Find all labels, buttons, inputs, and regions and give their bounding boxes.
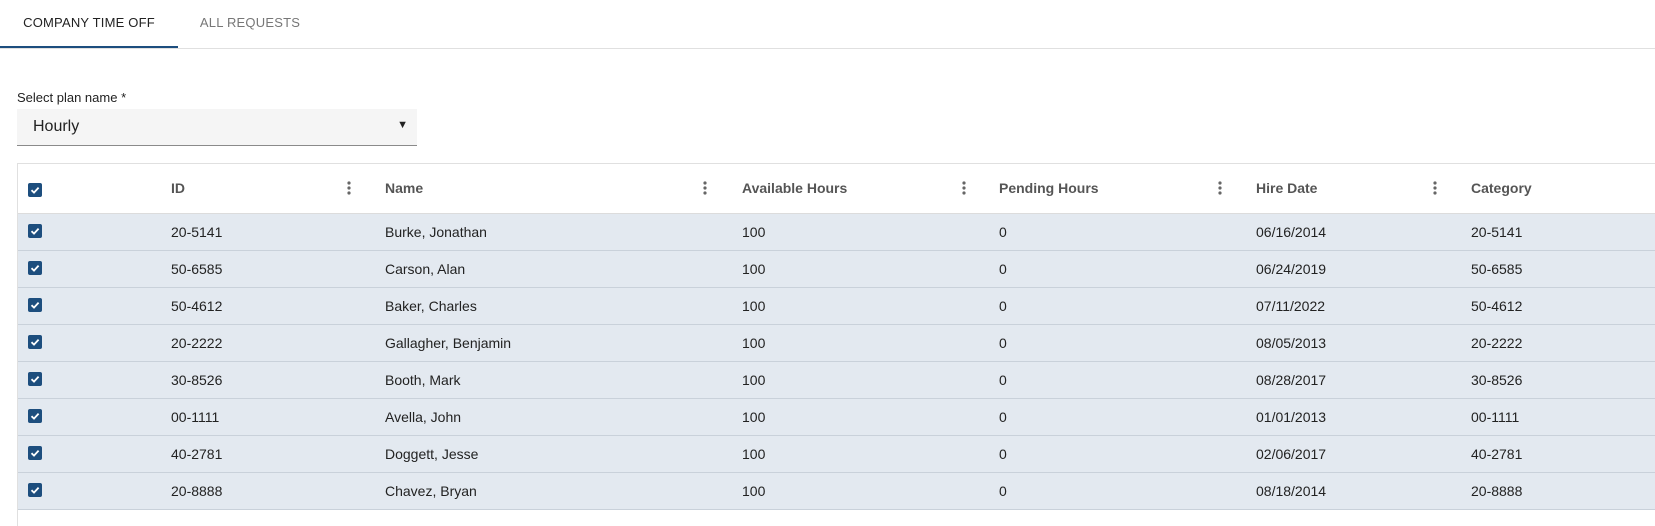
table-row[interactable]: 20-8888 Chavez, Bryan 100 0 08/18/2014 20-888…: [18, 473, 1655, 510]
tab-bar: COMPANY TIME OFF ALL REQUESTS: [0, 0, 1655, 49]
column-menu-icon[interactable]: [1430, 178, 1440, 198]
tab-all-requests[interactable]: ALL REQUESTS: [178, 0, 322, 46]
row-checkbox[interactable]: [28, 483, 42, 497]
cell-category: 20-2222: [1471, 335, 1523, 351]
table-row[interactable]: 30-8526 Booth, Mark 100 0 08/28/2017 30-8526: [18, 362, 1655, 399]
cell-category: 30-8526: [1471, 372, 1523, 388]
cell-category: 00-1111: [1471, 409, 1520, 425]
column-menu-icon[interactable]: [344, 178, 354, 198]
cell-available: 100: [742, 446, 766, 462]
cell-pending: 0: [999, 372, 1007, 388]
cell-id: 50-6585: [171, 261, 223, 277]
table-row[interactable]: 40-2781 Doggett, Jesse 100 0 02/06/2017 40-27…: [18, 436, 1655, 473]
table-row[interactable]: 50-4612 Baker, Charles 100 0 07/11/2022 50-46…: [18, 288, 1655, 325]
cell-name: Doggett, Jesse: [385, 446, 479, 462]
checkmark-icon: [30, 186, 40, 194]
cell-id: 20-8888: [171, 483, 223, 499]
cell-hire-date: 02/06/2017: [1256, 446, 1327, 462]
cell-id: 20-2222: [171, 335, 223, 351]
cell-pending: 0: [999, 409, 1007, 425]
cell-id: 40-2781: [171, 446, 223, 462]
cell-name: Chavez, Bryan: [385, 483, 477, 499]
plan-name-select[interactable]: Hourly ▼: [17, 109, 417, 146]
cell-hire-date: 08/18/2014: [1256, 483, 1327, 499]
cell-available: 100: [742, 409, 766, 425]
column-header-category[interactable]: Category: [1471, 180, 1532, 196]
cell-hire-date: 01/01/2013: [1256, 409, 1327, 425]
checkmark-icon: [30, 375, 40, 383]
cell-category: 20-8888: [1471, 483, 1523, 499]
cell-category: 50-4612: [1471, 298, 1523, 314]
cell-hire-date: 07/11/2022: [1256, 298, 1326, 314]
row-checkbox[interactable]: [28, 261, 42, 275]
checkmark-icon: [30, 412, 40, 420]
cell-id: 20-5141: [171, 224, 223, 240]
cell-hire-date: 06/24/2019: [1256, 261, 1327, 277]
checkmark-icon: [30, 301, 40, 309]
checkmark-icon: [30, 449, 40, 457]
cell-pending: 0: [999, 224, 1007, 240]
cell-pending: 0: [999, 483, 1007, 499]
tab-company-time-off[interactable]: COMPANY TIME OFF: [0, 0, 178, 48]
cell-name: Carson, Alan: [385, 261, 466, 277]
column-header-pending-hours[interactable]: Pending Hours: [999, 180, 1099, 196]
checkmark-icon: [30, 486, 40, 494]
select-all-checkbox[interactable]: [28, 183, 42, 197]
plan-select-value: Hourly: [33, 118, 80, 135]
cell-id: 30-8526: [171, 372, 223, 388]
row-checkbox[interactable]: [28, 446, 42, 460]
column-menu-icon[interactable]: [700, 178, 710, 198]
column-menu-icon[interactable]: [959, 178, 969, 198]
column-header-hire-date[interactable]: Hire Date: [1256, 180, 1317, 196]
employee-grid: ID Name Available Hours Pending Hours Hire D…: [17, 163, 1655, 526]
cell-available: 100: [742, 372, 766, 388]
cell-category: 20-5141: [1471, 224, 1523, 240]
cell-pending: 0: [999, 335, 1007, 351]
row-checkbox[interactable]: [28, 372, 42, 386]
cell-hire-date: 08/05/2013: [1256, 335, 1327, 351]
column-header-id[interactable]: ID: [171, 180, 185, 196]
cell-id: 00-1111: [171, 409, 220, 425]
cell-available: 100: [742, 298, 766, 314]
cell-available: 100: [742, 483, 766, 499]
table-row[interactable]: 20-2222 Gallagher, Benjamin 100 0 08/05/2013…: [18, 325, 1655, 362]
cell-pending: 0: [999, 261, 1007, 277]
column-header-name[interactable]: Name: [385, 180, 423, 196]
dropdown-arrow-icon: ▼: [397, 119, 408, 131]
cell-name: Gallagher, Benjamin: [385, 335, 512, 351]
row-checkbox[interactable]: [28, 224, 42, 238]
cell-name: Booth, Mark: [385, 372, 461, 388]
cell-hire-date: 08/28/2017: [1256, 372, 1327, 388]
checkmark-icon: [30, 338, 40, 346]
table-row[interactable]: 50-6585 Carson, Alan 100 0 06/24/2019 50-6585: [18, 251, 1655, 288]
grid-header-row: ID Name Available Hours Pending Hours Hire D…: [18, 164, 1655, 214]
row-checkbox[interactable]: [28, 298, 42, 312]
column-header-available-hours[interactable]: Available Hours: [742, 180, 847, 196]
cell-name: Avella, John: [385, 409, 462, 425]
cell-available: 100: [742, 224, 766, 240]
cell-available: 100: [742, 335, 766, 351]
row-checkbox[interactable]: [28, 335, 42, 349]
checkmark-icon: [30, 264, 40, 272]
table-row[interactable]: 00-1111 Avella, John 100 0 01/01/2013 00-1111: [18, 399, 1655, 436]
cell-category: 50-6585: [1471, 261, 1523, 277]
column-menu-icon[interactable]: [1215, 178, 1225, 198]
cell-id: 50-4612: [171, 298, 223, 314]
row-checkbox[interactable]: [28, 409, 42, 423]
plan-select-label: Select plan name *: [17, 90, 127, 105]
cell-name: Burke, Jonathan: [385, 224, 487, 240]
cell-name: Baker, Charles: [385, 298, 477, 314]
cell-pending: 0: [999, 298, 1007, 314]
cell-hire-date: 06/16/2014: [1256, 224, 1327, 240]
checkmark-icon: [30, 227, 40, 235]
cell-category: 40-2781: [1471, 446, 1523, 462]
table-row[interactable]: 20-5141 Burke, Jonathan 100 0 06/16/2014 20-5…: [18, 214, 1655, 251]
cell-available: 100: [742, 261, 766, 277]
cell-pending: 0: [999, 446, 1007, 462]
